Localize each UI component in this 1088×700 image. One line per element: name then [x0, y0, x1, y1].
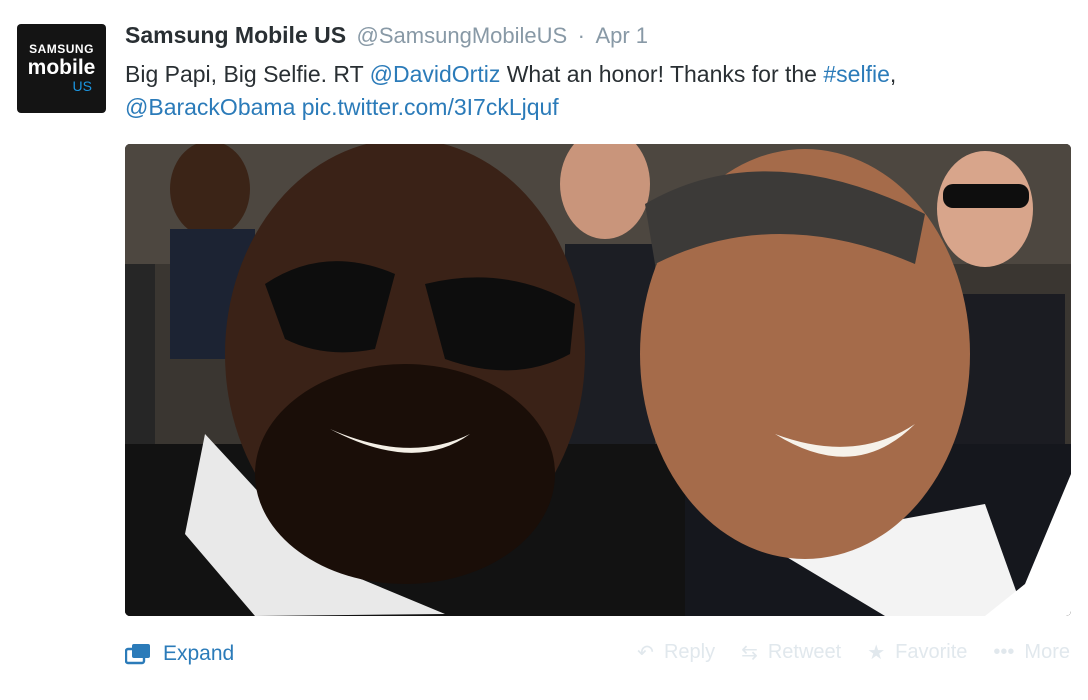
reply-icon: ↶: [637, 642, 654, 664]
tweet-text: Big Papi, Big Selfie. RT @DavidOrtiz Wha…: [125, 58, 1065, 124]
tweet[interactable]: SAMSUNG mobile US Samsung Mobile US @Sam…: [0, 0, 1088, 700]
avatar-text-mobile: mobile: [27, 56, 96, 79]
tweet-text-part1: Big Papi, Big Selfie. RT: [125, 61, 370, 87]
more-label: More: [1024, 641, 1070, 663]
reply-button[interactable]: ↶ Reply: [637, 640, 715, 665]
avatar-text-us: US: [72, 78, 92, 94]
more-dots-icon: •••: [993, 641, 1015, 663]
retweet-button[interactable]: ⇆ Retweet: [741, 640, 841, 665]
author-screen-name[interactable]: @SamsungMobileUS: [357, 23, 568, 48]
more-button[interactable]: ••• More: [993, 640, 1070, 665]
favorite-button[interactable]: ★ Favorite: [867, 640, 967, 665]
tweet-footer: Expand ↶ Reply ⇆ Retweet ★ Favorite ••• …: [0, 636, 1088, 676]
retweet-label: Retweet: [767, 641, 842, 663]
tweet-photo[interactable]: [125, 144, 1071, 616]
expand-button[interactable]: Expand: [125, 642, 234, 666]
separator-dot: ·: [577, 23, 585, 48]
mention-barackobama[interactable]: @BarackObama: [125, 94, 295, 120]
photo-stack-icon: [125, 644, 150, 665]
profile-avatar[interactable]: SAMSUNG mobile US: [17, 24, 106, 113]
tweet-timestamp[interactable]: Apr 1: [595, 23, 648, 48]
star-icon: ★: [867, 642, 886, 664]
favorite-label: Favorite: [895, 641, 968, 663]
hashtag-selfie[interactable]: #selfie: [823, 61, 889, 87]
tweet-text-part3: ,: [889, 61, 897, 87]
tweet-text-part2: What an honor! Thanks for the: [500, 61, 824, 87]
tweet-header: Samsung Mobile US @SamsungMobileUS · Apr…: [125, 22, 648, 52]
retweet-icon: ⇆: [741, 642, 758, 664]
reply-label: Reply: [663, 641, 716, 663]
mention-davidortiz[interactable]: @DavidOrtiz: [370, 61, 501, 87]
author-fullname[interactable]: Samsung Mobile US: [125, 22, 346, 48]
avatar-text-samsung: SAMSUNG: [29, 42, 94, 56]
media-link[interactable]: pic.twitter.com/3I7ckLjquf: [302, 94, 559, 120]
tweet-actions: ↶ Reply ⇆ Retweet ★ Favorite ••• More: [637, 640, 1070, 665]
expand-label: Expand: [163, 642, 235, 665]
selfie-photo-illustration: [125, 144, 1071, 616]
